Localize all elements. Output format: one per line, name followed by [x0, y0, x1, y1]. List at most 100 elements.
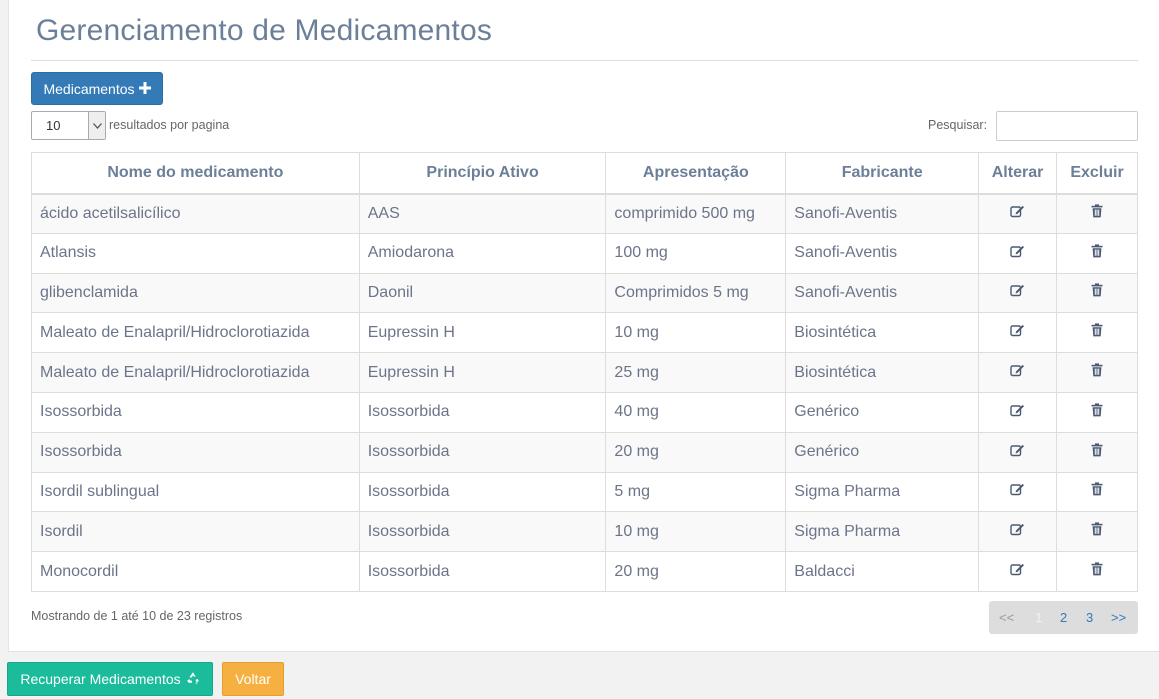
edit-cell	[978, 431, 1057, 473]
results-per-page-label: resultados por pagina	[109, 118, 230, 132]
cell-name: Isossorbida	[31, 431, 360, 473]
table-row: Maleato de Enalapril/Hidroclorotiazida Eu…	[31, 352, 1138, 393]
delete-cell	[1056, 471, 1138, 513]
delete-cell	[1056, 511, 1138, 553]
edit-icon[interactable]	[1010, 562, 1025, 581]
cell-name: glibenclamida	[31, 272, 360, 314]
cell-active-ingredient: Isossorbida	[358, 471, 607, 513]
cell-active-ingredient: AAS	[358, 193, 607, 234]
pagination-next[interactable]: >>	[1111, 610, 1126, 625]
column-header-manufacturer[interactable]: Fabricante	[785, 152, 980, 195]
trash-icon[interactable]	[1091, 403, 1103, 422]
cell-presentation: comprimido 500 mg	[605, 193, 787, 234]
cell-presentation: 25 mg	[605, 352, 787, 393]
title-divider	[31, 60, 1138, 61]
edit-icon[interactable]	[1010, 323, 1025, 342]
edit-icon[interactable]	[1010, 204, 1025, 223]
cell-active-ingredient: Isossorbida	[358, 511, 607, 553]
pagination-page-1[interactable]: 1	[1035, 610, 1042, 625]
cell-manufacturer: Baldacci	[785, 551, 980, 592]
trash-icon[interactable]	[1091, 283, 1103, 302]
results-per-page-value: 10	[46, 118, 61, 133]
chevron-down-icon[interactable]	[88, 112, 105, 139]
cell-active-ingredient: Isossorbida	[358, 391, 607, 433]
delete-cell	[1056, 431, 1138, 473]
cell-active-ingredient: Amiodarona	[358, 232, 607, 274]
edit-cell	[978, 352, 1057, 393]
edit-icon[interactable]	[1010, 403, 1025, 422]
table-info: Mostrando de 1 até 10 de 23 registros	[31, 609, 243, 623]
table-row: Isordil Isossorbida 10 mg Sigma Pharma	[31, 511, 1138, 553]
trash-icon[interactable]	[1091, 482, 1103, 501]
table-row: Atlansis Amiodarona 100 mg Sanofi-Aventis	[31, 232, 1138, 274]
cell-name: Maleato de Enalapril/Hidroclorotiazida	[31, 352, 360, 393]
medications-table: Nome do medicamento Princípio Ativo Apre…	[31, 152, 1138, 592]
table-row: Isossorbida Isossorbida 40 mg Genérico	[31, 391, 1138, 433]
cell-presentation: 100 mg	[605, 232, 787, 274]
edit-icon[interactable]	[1010, 283, 1025, 302]
column-header-delete: Excluir	[1056, 152, 1138, 195]
delete-cell	[1056, 352, 1138, 393]
table-row: Isordil sublingual Isossorbida 5 mg Sigma P…	[31, 471, 1138, 513]
recover-medications-button[interactable]: Recuperar Medicamentos	[7, 662, 213, 696]
cell-name: ácido acetilsalicílico	[31, 193, 360, 234]
cell-active-ingredient: Eupressin H	[358, 312, 607, 354]
pagination-previous[interactable]: <<	[999, 610, 1014, 625]
cell-manufacturer: Sanofi-Aventis	[785, 232, 980, 274]
column-header-name[interactable]: Nome do medicamento	[31, 152, 360, 195]
cell-presentation: Comprimidos 5 mg	[605, 272, 787, 314]
trash-icon[interactable]	[1091, 244, 1103, 263]
cell-name: Maleato de Enalapril/Hidroclorotiazida	[31, 312, 360, 354]
main-panel: Gerenciamento de Medicamentos Medicament…	[8, 0, 1159, 652]
add-medication-label: Medicamentos	[43, 80, 135, 97]
pagination-page-3[interactable]: 3	[1086, 610, 1093, 625]
search-label: Pesquisar:	[928, 118, 988, 132]
recover-medications-label: Recuperar Medicamentos	[20, 671, 181, 687]
column-header-active-ingredient[interactable]: Princípio Ativo	[358, 152, 607, 195]
results-per-page-select[interactable]: 10	[31, 111, 106, 140]
pagination: << 1 2 3 >>	[989, 601, 1138, 634]
delete-cell	[1056, 391, 1138, 433]
table-row: Monocordil Isossorbida 20 mg Baldacci	[31, 551, 1138, 592]
trash-icon[interactable]	[1091, 363, 1103, 382]
trash-icon[interactable]	[1091, 522, 1103, 541]
cell-presentation: 20 mg	[605, 551, 787, 592]
add-medication-button[interactable]: Medicamentos	[31, 72, 163, 105]
trash-icon[interactable]	[1091, 562, 1103, 581]
edit-cell	[978, 391, 1057, 433]
back-button[interactable]: Voltar	[222, 662, 284, 696]
cell-manufacturer: Sanofi-Aventis	[785, 272, 980, 314]
trash-icon[interactable]	[1091, 323, 1103, 342]
column-header-edit: Alterar	[978, 152, 1057, 195]
trash-icon[interactable]	[1091, 204, 1103, 223]
edit-icon[interactable]	[1010, 522, 1025, 541]
cell-presentation: 10 mg	[605, 511, 787, 553]
edit-icon[interactable]	[1010, 482, 1025, 501]
trash-icon[interactable]	[1091, 443, 1103, 462]
cell-name: Monocordil	[31, 551, 360, 592]
cell-manufacturer: Biosintética	[785, 352, 980, 393]
table-row: Maleato de Enalapril/Hidroclorotiazida Eu…	[31, 312, 1138, 354]
table-row: glibenclamida Daonil Comprimidos 5 mg Sanof…	[31, 272, 1138, 314]
cell-active-ingredient: Eupressin H	[358, 352, 607, 393]
cell-name: Atlansis	[31, 232, 360, 274]
edit-icon[interactable]	[1010, 443, 1025, 462]
cell-manufacturer: Biosintética	[785, 312, 980, 354]
pagination-page-2[interactable]: 2	[1060, 610, 1067, 625]
recycle-icon	[186, 671, 200, 688]
edit-cell	[978, 272, 1057, 314]
cell-presentation: 10 mg	[605, 312, 787, 354]
column-header-presentation[interactable]: Apresentação	[605, 152, 787, 195]
cell-presentation: 40 mg	[605, 391, 787, 433]
edit-icon[interactable]	[1010, 363, 1025, 382]
edit-icon[interactable]	[1010, 244, 1025, 263]
delete-cell	[1056, 232, 1138, 274]
cell-active-ingredient: Isossorbida	[358, 431, 607, 473]
table-row: ácido acetilsalicílico AAS comprimido 500 …	[31, 193, 1138, 234]
search-input[interactable]	[996, 111, 1138, 141]
cell-presentation: 5 mg	[605, 471, 787, 513]
page-title: Gerenciamento de Medicamentos	[36, 14, 493, 47]
edit-cell	[978, 551, 1057, 592]
edit-cell	[978, 193, 1057, 234]
delete-cell	[1056, 312, 1138, 354]
